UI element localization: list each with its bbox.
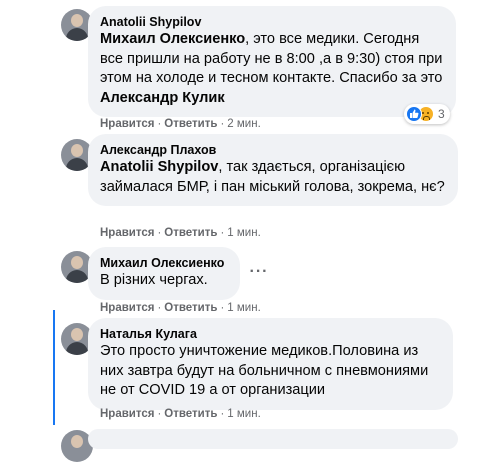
reply-button[interactable]: Ответить (164, 118, 217, 130)
comment-text: Это просто уничтожение медиков.Половина … (100, 343, 429, 398)
avatar-body (66, 270, 88, 283)
mention-link[interactable]: Anatolii Shypilov (100, 159, 218, 175)
comment-time[interactable]: 2 мин. (227, 118, 260, 130)
reply-button[interactable]: Ответить (164, 227, 217, 239)
sad-mouth (423, 116, 430, 120)
like-button[interactable]: Нравится (100, 408, 154, 420)
comment-time[interactable]: 1 мин. (227, 227, 260, 239)
comment-actions: Нравится · Ответить · 1 мин. (100, 226, 261, 240)
comment-actions: Нравится · Ответить · 2 мин. (100, 117, 261, 131)
avatar-body (66, 342, 88, 355)
comment-bubble: Михаил Олексиенко В різних чергах. (88, 247, 240, 300)
separator: · (157, 302, 162, 314)
comment-author[interactable]: Михаил Олексиенко (100, 255, 228, 271)
comment-author[interactable]: Anatolii Shypilov (100, 14, 444, 30)
comment-text: Anatolii Shypilov, так здається, організ… (100, 158, 446, 197)
comment-actions: Нравится · Ответить · 1 мин. (100, 301, 261, 315)
comment-time[interactable]: 1 мин. (227, 408, 260, 420)
comment-bubble: Наталья Кулага Это просто уничтожение ме… (88, 318, 453, 410)
comment-text: В різних чергах. (100, 272, 208, 288)
avatar-head (71, 435, 83, 448)
separator: · (220, 118, 225, 130)
comment-bubble: Александр Плахов Anatolii Shypilov, так … (88, 134, 458, 206)
avatar-body (66, 28, 88, 41)
mention-link[interactable]: Михаил Олексиенко (100, 31, 245, 47)
sad-eye (422, 112, 424, 114)
separator: · (157, 227, 162, 239)
like-button[interactable]: Нравится (100, 118, 154, 130)
mention-link[interactable]: Александр Кулик (100, 90, 225, 106)
comment-author[interactable]: Александр Плахов (100, 142, 446, 158)
separator: · (220, 408, 225, 420)
comment-text: Михаил Олексиенко, это все медики. Сегод… (100, 30, 444, 108)
reaction-count: 3 (438, 107, 445, 121)
reply-button[interactable]: Ответить (164, 302, 217, 314)
comment-bubble-partial (88, 429, 458, 449)
avatar-head (71, 14, 83, 27)
comment-actions: Нравится · Ответить · 1 мин. (100, 407, 261, 421)
separator: · (157, 118, 162, 130)
like-button[interactable]: Нравится (100, 227, 154, 239)
reply-button[interactable]: Ответить (164, 408, 217, 420)
avatar-head (71, 144, 83, 157)
reactions-summary[interactable]: 3 (404, 104, 450, 124)
like-icon (406, 106, 422, 122)
separator: · (220, 227, 225, 239)
comment-author[interactable]: Наталья Кулага (100, 326, 441, 342)
thread-indicator (53, 310, 55, 425)
avatar-head (71, 328, 83, 341)
separator: · (220, 302, 225, 314)
like-button[interactable]: Нравится (100, 302, 154, 314)
avatar-head (71, 256, 83, 269)
separator: · (157, 408, 162, 420)
comment-bubble: Anatolii Shypilov Михаил Олексиенко, это… (88, 6, 456, 117)
sad-eye (427, 112, 429, 114)
avatar-body (66, 158, 88, 171)
comment-time[interactable]: 1 мин. (227, 302, 260, 314)
more-options-button[interactable]: ··· (244, 262, 274, 282)
